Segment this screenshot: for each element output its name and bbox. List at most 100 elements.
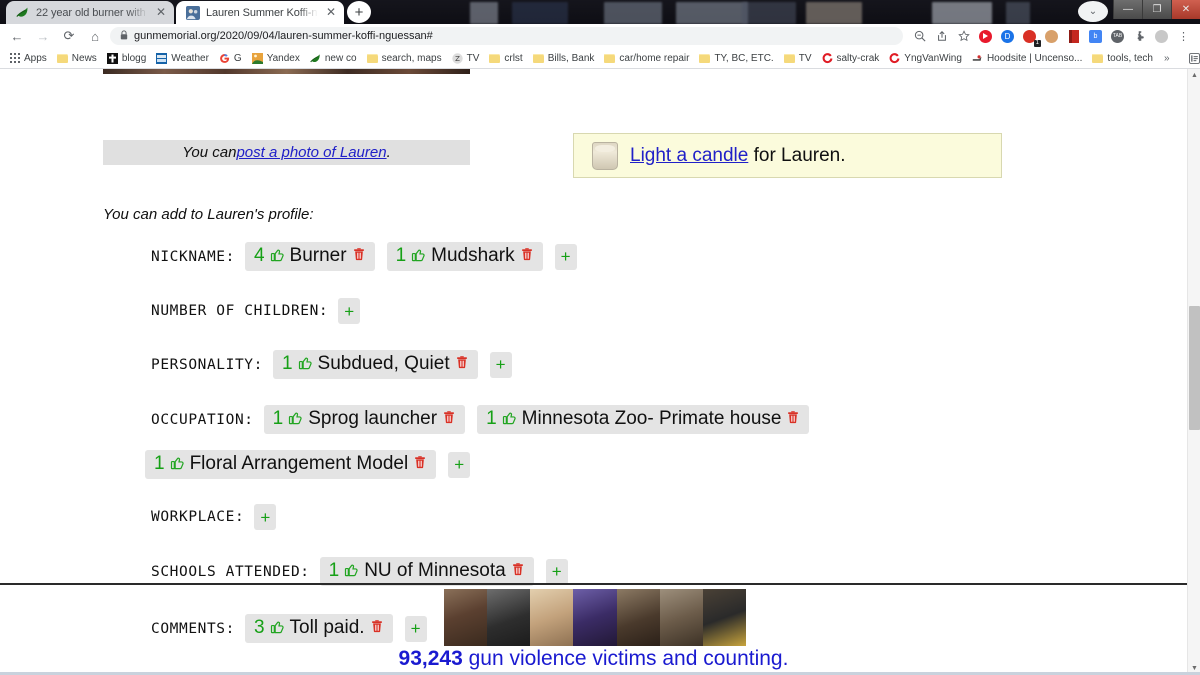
scroll-up-arrow[interactable]: ▲	[1188, 69, 1200, 82]
chip-text: Minnesota Zoo- Primate house	[521, 408, 782, 429]
bookmark-star-icon[interactable]	[953, 26, 974, 47]
reading-list-button[interactable]: Reading list	[1184, 50, 1200, 67]
thumbs-up-icon[interactable]	[298, 355, 313, 374]
trash-icon[interactable]	[442, 410, 456, 428]
minimize-button[interactable]: —	[1113, 0, 1142, 19]
bookmark-news[interactable]: News	[52, 50, 102, 67]
attribute-row-schools-attended: SCHOOLS ATTENDED: 1 NU of Minnesota +	[151, 557, 568, 586]
zoom-icon[interactable]	[909, 26, 930, 47]
address-bar[interactable]: gunmemorial.org/2020/09/04/lauren-summer…	[110, 27, 903, 45]
back-button[interactable]: ←	[4, 25, 30, 47]
bookmark-weather[interactable]: Weather	[151, 50, 214, 67]
victims-photo-strip[interactable]	[444, 589, 746, 646]
thumbs-up-icon[interactable]	[288, 410, 303, 429]
attribute-chip[interactable]: 1 Sprog launcher	[263, 405, 466, 434]
weather-icon	[156, 52, 168, 64]
bookmark-search-maps[interactable]: search, maps	[362, 50, 447, 67]
chip-text: Sprog launcher	[308, 408, 438, 429]
trash-icon[interactable]	[370, 619, 384, 637]
trash-icon[interactable]	[413, 455, 427, 473]
bookmark-new-co[interactable]: new co	[305, 50, 362, 67]
add-workplace-button[interactable]: +	[254, 504, 277, 530]
home-button[interactable]: ⌂	[82, 25, 108, 47]
trash-icon[interactable]	[520, 247, 534, 265]
extension-d-icon[interactable]: D	[997, 26, 1018, 47]
extension-video-icon[interactable]	[975, 26, 996, 47]
extension-tab-icon[interactable]: TAB	[1107, 26, 1128, 47]
bookmark-blogg[interactable]: blogg	[102, 50, 151, 67]
add-occupation-button[interactable]: +	[448, 451, 471, 478]
maximize-button[interactable]: ❐	[1142, 0, 1171, 19]
attribute-chip[interactable]: 3 Toll paid.	[244, 614, 393, 643]
bookmark-label: TY, BC, ETC.	[714, 52, 774, 64]
tab-lauren-memorial[interactable]: Lauren Summer Koffi-n'guessan ✕	[176, 1, 344, 24]
post-photo-link[interactable]: post a photo of Lauren	[236, 144, 386, 161]
attribute-label: COMMENTS:	[151, 620, 235, 637]
reload-button[interactable]: ⟳	[56, 25, 82, 47]
bookmark-google[interactable]: G	[214, 50, 247, 67]
tab-burner[interactable]: 22 year old burner with 3 sprogl ✕	[6, 1, 174, 24]
attribute-row-occupation-continued: 1 Floral Arrangement Model +	[145, 450, 471, 479]
cross-icon	[106, 52, 118, 64]
add-nickname-button[interactable]: +	[554, 243, 577, 270]
add-school-button[interactable]: +	[545, 558, 568, 585]
extension-book-icon[interactable]	[1063, 26, 1084, 47]
new-tab-button[interactable]: +	[346, 1, 372, 23]
extension-avatar-icon[interactable]	[1041, 26, 1062, 47]
thumbs-up-icon[interactable]	[502, 410, 517, 429]
attribute-label: OCCUPATION:	[151, 411, 254, 428]
light-candle-link[interactable]: Light a candle	[630, 145, 748, 166]
victim-face	[487, 589, 531, 646]
bookmark-yandex[interactable]: Yandex	[247, 50, 305, 67]
bookmarks-overflow-button[interactable]: »	[1158, 52, 1176, 65]
chip-text: Burner	[289, 245, 347, 266]
trash-icon[interactable]	[352, 247, 366, 265]
profile-avatar-icon[interactable]	[1151, 26, 1172, 47]
chrome-menu-icon[interactable]: ⋮	[1173, 26, 1194, 47]
attribute-row-personality: PERSONALITY: 1 Subdued, Quiet +	[151, 350, 512, 379]
thumbs-up-icon[interactable]	[344, 562, 359, 581]
scrollbar-thumb[interactable]	[1189, 306, 1200, 430]
attribute-chip[interactable]: 1 Floral Arrangement Model	[145, 450, 437, 479]
add-number-of-children-button[interactable]: +	[338, 298, 361, 324]
attribute-chip[interactable]: 1 Subdued, Quiet	[272, 350, 478, 379]
attribute-label: NUMBER OF CHILDREN:	[151, 303, 329, 319]
close-button[interactable]: ✕	[1171, 0, 1200, 19]
trash-icon[interactable]	[455, 355, 469, 373]
thumbs-up-icon[interactable]	[411, 247, 426, 266]
page-scrollbar[interactable]: ▲ ▼	[1187, 69, 1200, 675]
svg-text:Z: Z	[455, 55, 460, 63]
bookmark-tv-1[interactable]: Z TV	[447, 50, 485, 67]
forward-button[interactable]: →	[30, 25, 56, 47]
close-icon[interactable]: ✕	[324, 5, 338, 20]
tab-search-caret-icon[interactable]: ⌄	[1078, 1, 1108, 22]
attribute-chip[interactable]: 4 Burner	[244, 242, 375, 271]
bookmark-apps[interactable]: Apps	[4, 50, 52, 67]
bookmark-ty-bc-etc[interactable]: TY, BC, ETC.	[694, 50, 778, 67]
bookmark-label: YngVanWing	[904, 52, 962, 64]
attribute-chip[interactable]: 1 NU of Minnesota	[319, 557, 534, 586]
bookmark-tv-2[interactable]: TV	[779, 50, 817, 67]
thumbs-up-icon[interactable]	[270, 247, 285, 266]
close-icon[interactable]: ✕	[154, 5, 168, 20]
share-icon[interactable]	[931, 26, 952, 47]
bookmark-yngvanwing[interactable]: YngVanWing	[884, 50, 967, 67]
extensions-puzzle-icon[interactable]	[1129, 26, 1150, 47]
extension-badge-icon[interactable]: 1	[1019, 26, 1041, 47]
attribute-chip[interactable]: 1 Mudshark	[386, 242, 543, 271]
thumbs-up-icon[interactable]	[170, 455, 185, 474]
bookmark-car-home-repair[interactable]: car/home repair	[599, 50, 694, 67]
trash-icon[interactable]	[786, 410, 800, 428]
attribute-chip[interactable]: 1 Minnesota Zoo- Primate house	[477, 405, 810, 434]
trash-icon[interactable]	[511, 562, 525, 580]
add-personality-button[interactable]: +	[489, 351, 512, 378]
thumbs-up-icon[interactable]	[270, 619, 285, 638]
add-comment-button[interactable]: +	[404, 615, 427, 642]
bookmark-hoodsite[interactable]: Hoodsite | Uncenso...	[967, 50, 1087, 67]
extension-translate-icon[interactable]: b	[1085, 26, 1106, 47]
bookmark-salty-crak[interactable]: salty-crak	[817, 50, 885, 67]
hoodsite-icon	[972, 53, 983, 64]
bookmark-bills-bank[interactable]: Bills, Bank	[528, 50, 600, 67]
bookmark-crlst[interactable]: crlst	[484, 50, 527, 67]
bookmark-tools-tech[interactable]: tools, tech	[1087, 50, 1158, 67]
